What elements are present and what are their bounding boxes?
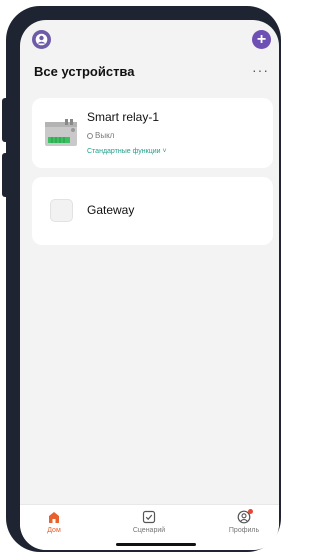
device-status: Выкл xyxy=(87,131,114,140)
device-name: Gateway xyxy=(87,203,135,217)
app-screen: + Все устройства ··· Smart relay-1 Выкл xyxy=(20,20,279,550)
device-name: Smart relay-1 xyxy=(87,110,160,124)
page-title: Все устройства xyxy=(34,64,135,79)
tab-scenario[interactable]: Сценарий xyxy=(119,510,179,534)
device-card-smart-relay[interactable]: Smart relay-1 Выкл Стандартные функции ˅ xyxy=(32,98,273,168)
more-options-button[interactable]: ··· xyxy=(252,62,269,78)
power-status-icon xyxy=(87,132,93,139)
status-text: Выкл xyxy=(95,131,115,140)
relay-module-icon xyxy=(45,119,77,146)
scenario-check-icon xyxy=(142,510,156,524)
gateway-icon xyxy=(50,199,73,222)
bottom-navigation: Дом Сценарий Профиль xyxy=(20,504,279,550)
device-card-gateway[interactable]: Gateway xyxy=(32,177,273,245)
phone-frame: + Все устройства ··· Smart relay-1 Выкл xyxy=(6,6,281,552)
tab-scenario-label: Сценарий xyxy=(132,527,166,534)
standard-functions-link[interactable]: Стандартные функции ˅ xyxy=(87,148,167,155)
home-icon xyxy=(49,512,59,523)
home-indicator-bar xyxy=(116,543,196,546)
tab-home[interactable]: Дом xyxy=(24,510,84,534)
home-avatar-button[interactable] xyxy=(32,30,51,49)
user-avatar-icon xyxy=(35,33,48,46)
tab-profile[interactable]: Профиль xyxy=(214,509,274,534)
add-device-button[interactable]: + xyxy=(252,30,271,49)
tab-profile-label: Профиль xyxy=(228,527,260,534)
notification-dot xyxy=(248,509,253,514)
tab-home-label: Дом xyxy=(47,527,61,534)
